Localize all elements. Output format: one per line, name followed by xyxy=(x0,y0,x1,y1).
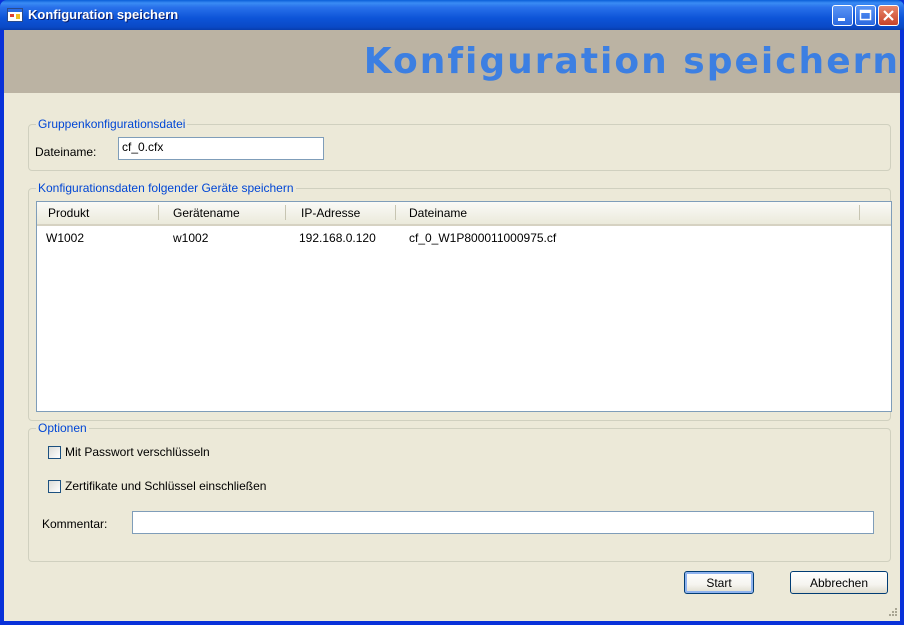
title-bar[interactable]: Konfiguration speichern xyxy=(0,0,904,30)
include-certs-checkbox[interactable] xyxy=(48,480,61,493)
app-window-icon xyxy=(7,8,23,22)
column-header-ip-address[interactable]: IP-Adresse xyxy=(301,206,360,220)
window-title: Konfiguration speichern xyxy=(28,7,179,22)
column-divider xyxy=(859,205,860,220)
resize-grip-icon[interactable] xyxy=(886,607,898,619)
row-product: W1002 xyxy=(46,231,85,245)
column-header-filename[interactable]: Dateiname xyxy=(409,206,467,220)
column-divider xyxy=(395,205,396,220)
minimize-button[interactable] xyxy=(832,5,853,26)
minimize-icon xyxy=(838,18,845,21)
cancel-button[interactable]: Abbrechen xyxy=(790,571,888,594)
group-devices-legend: Konfigurationsdaten folgender Geräte spe… xyxy=(36,181,296,195)
column-header-device-name[interactable]: Gerätename xyxy=(173,206,240,220)
banner-title: Konfiguration speichern xyxy=(363,41,900,82)
encrypt-checkbox-label[interactable]: Mit Passwort verschlüsseln xyxy=(65,445,210,459)
filename-label: Dateiname: xyxy=(35,145,97,159)
row-ip-address: 192.168.0.120 xyxy=(299,231,376,245)
comment-label: Kommentar: xyxy=(42,517,108,531)
group-options-legend: Optionen xyxy=(36,421,89,435)
column-divider xyxy=(158,205,159,220)
row-filename: cf_0_W1P800011000975.cf xyxy=(409,231,557,245)
row-device-name: w1002 xyxy=(173,231,209,245)
close-button[interactable] xyxy=(878,5,899,26)
include-certs-checkbox-label[interactable]: Zertifikate und Schlüssel einschließen xyxy=(65,479,266,493)
header-banner: Konfiguration speichern xyxy=(4,30,900,93)
close-icon xyxy=(883,10,894,21)
maximize-button[interactable] xyxy=(855,5,876,26)
device-list-header: Produkt Gerätename IP-Adresse Dateiname xyxy=(37,202,891,226)
maximize-icon xyxy=(859,9,872,21)
group-config-file-legend: Gruppenkonfigurationsdatei xyxy=(36,117,188,131)
comment-input[interactable] xyxy=(132,511,874,534)
filename-input[interactable]: cf_0.cfx xyxy=(118,137,324,160)
encrypt-checkbox[interactable] xyxy=(48,446,61,459)
device-list[interactable]: Produkt Gerätename IP-Adresse Dateiname … xyxy=(36,201,892,412)
column-divider xyxy=(285,205,286,220)
column-header-product[interactable]: Produkt xyxy=(48,206,89,220)
dialog-window: Konfiguration speichern Konfiguration sp… xyxy=(0,0,904,625)
start-button[interactable]: Start xyxy=(684,571,754,594)
dialog-client-area: Konfiguration speichern Gruppenkonfigura… xyxy=(4,30,900,621)
